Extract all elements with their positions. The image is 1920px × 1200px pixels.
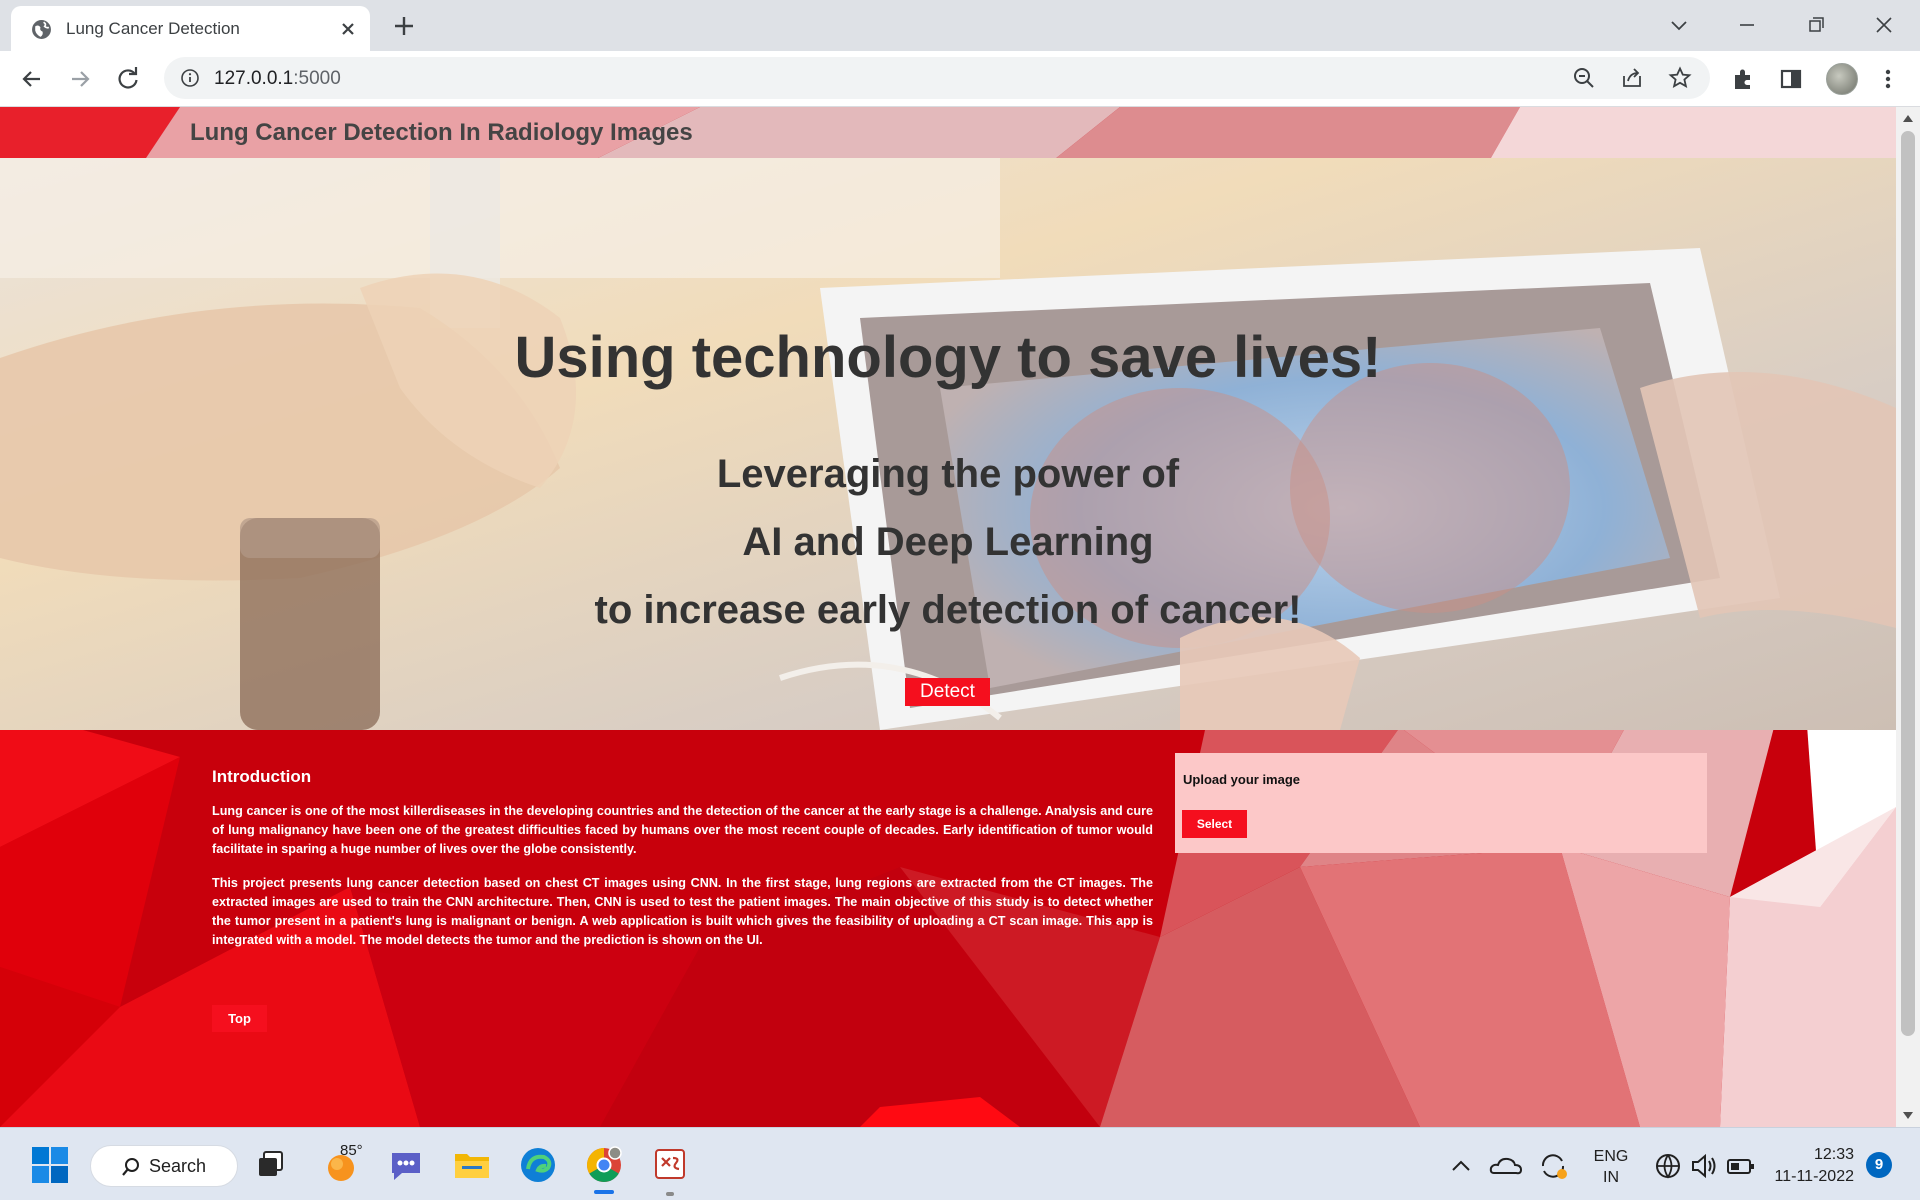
upload-panel: Upload your image Select xyxy=(1175,753,1707,853)
site-info-icon[interactable] xyxy=(180,68,200,88)
reload-icon[interactable] xyxy=(114,65,142,93)
forward-icon[interactable] xyxy=(66,65,94,93)
language-code: ENG xyxy=(1593,1148,1629,1165)
battery-icon[interactable] xyxy=(1721,1146,1761,1186)
window-close-icon[interactable] xyxy=(1869,10,1899,40)
notification-badge[interactable]: 9 xyxy=(1866,1152,1892,1178)
scroll-down-icon[interactable] xyxy=(1902,1109,1914,1121)
select-button[interactable]: Select xyxy=(1182,810,1247,838)
search-label: Search xyxy=(149,1156,207,1176)
hero-line-1: Leveraging the power of xyxy=(716,452,1180,496)
page-scrollbar[interactable] xyxy=(1896,107,1920,1127)
search-icon xyxy=(122,1158,139,1176)
tab-search-icon[interactable] xyxy=(1664,10,1694,40)
hero-heading: Using technology to save lives! xyxy=(514,325,1382,390)
chrome-icon[interactable] xyxy=(584,1144,624,1184)
taskbar: Search 85° ENG IN 12:33 11-11-2022 9 xyxy=(0,1127,1920,1200)
open-app-indicator xyxy=(666,1192,674,1196)
volume-icon[interactable] xyxy=(1684,1146,1724,1186)
weather-temperature: 85° xyxy=(340,1142,363,1159)
close-icon[interactable] xyxy=(336,17,360,41)
browser-tab-strip: Lung Cancer Detection xyxy=(0,0,1920,51)
globe-icon xyxy=(32,20,51,39)
back-icon[interactable] xyxy=(18,65,46,93)
url-host: 127.0.0.1 xyxy=(214,68,294,89)
address-bar[interactable]: 127.0.0.1:5000 xyxy=(164,57,1710,99)
file-explorer-icon[interactable] xyxy=(452,1145,492,1185)
active-app-indicator xyxy=(594,1190,614,1194)
introduction-paragraph-1: Lung cancer is one of the most killerdis… xyxy=(212,804,1153,856)
detect-button[interactable]: Detect xyxy=(905,678,990,706)
site-title: Lung Cancer Detection In Radiology Image… xyxy=(190,119,693,146)
page-viewport: Lung Cancer Detection In Radiology Image… xyxy=(0,107,1896,1127)
task-view-icon[interactable] xyxy=(252,1144,292,1184)
hero-background-image xyxy=(0,158,1896,730)
hero-banner: Using technology to save lives! Leveragi… xyxy=(0,158,1896,730)
upload-label: Upload your image xyxy=(1183,772,1301,787)
windows-start-icon[interactable] xyxy=(30,1145,70,1185)
language-indicator[interactable]: ENG IN xyxy=(1591,1146,1631,1188)
url-port: :5000 xyxy=(293,68,341,89)
network-icon[interactable] xyxy=(1648,1146,1688,1186)
hero-line-2: AI and Deep Learning xyxy=(742,520,1154,564)
browser-toolbar: 127.0.0.1:5000 xyxy=(0,51,1920,107)
taskbar-search[interactable]: Search xyxy=(90,1145,238,1187)
teams-chat-icon[interactable] xyxy=(386,1145,426,1185)
hero-line-3: to increase early detection of cancer! xyxy=(594,588,1302,632)
tab-title: Lung Cancer Detection xyxy=(66,19,240,38)
introduction-heading: Introduction xyxy=(212,767,312,786)
edge-icon[interactable] xyxy=(518,1145,558,1185)
url-text: 127.0.0.1:5000 xyxy=(214,68,341,90)
browser-tab[interactable]: Lung Cancer Detection xyxy=(11,6,370,51)
minimize-icon[interactable] xyxy=(1732,10,1762,40)
side-panel-icon[interactable] xyxy=(1777,65,1805,93)
system-clock[interactable]: 12:33 11-11-2022 xyxy=(1770,1144,1854,1188)
show-hidden-icons-icon[interactable] xyxy=(1441,1146,1481,1186)
new-tab-icon[interactable] xyxy=(390,12,418,40)
introduction-paragraph-2: This project presents lung cancer detect… xyxy=(212,876,1153,947)
restore-icon[interactable] xyxy=(1801,10,1831,40)
sync-icon[interactable] xyxy=(1533,1146,1573,1186)
onedrive-icon[interactable] xyxy=(1486,1146,1526,1186)
zoom-icon[interactable] xyxy=(1572,66,1596,90)
extensions-icon[interactable] xyxy=(1729,65,1757,93)
region-code: IN xyxy=(1603,1169,1619,1186)
app-icon[interactable] xyxy=(650,1144,690,1184)
top-button[interactable]: Top xyxy=(212,1005,267,1032)
bookmark-star-icon[interactable] xyxy=(1668,66,1692,90)
menu-icon[interactable] xyxy=(1874,65,1902,93)
share-icon[interactable] xyxy=(1620,66,1644,90)
scroll-thumb[interactable] xyxy=(1901,131,1915,1036)
clock-time: 12:33 xyxy=(1813,1146,1854,1163)
profile-avatar[interactable] xyxy=(1826,63,1858,95)
clock-date: 11-11-2022 xyxy=(1774,1168,1854,1185)
scroll-up-icon[interactable] xyxy=(1902,113,1914,125)
